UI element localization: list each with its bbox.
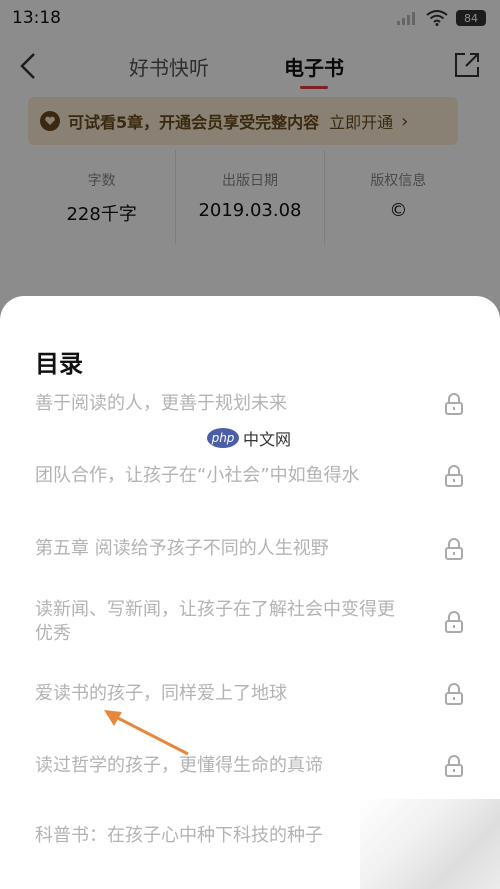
watermark-text: 中文网 [243, 430, 292, 449]
lock-icon [445, 755, 463, 777]
watermark-logo: php [207, 428, 239, 448]
annotation-arrow-icon [104, 710, 189, 756]
toc-item[interactable]: 团队合作，让孩子在“小社会”中如鱼得水 [35, 464, 465, 488]
watermark: php 中文网 [207, 426, 291, 450]
blurred-corner [360, 799, 500, 889]
toc-item[interactable]: 读新闻、写新闻，让孩子在了解社会中变得更优秀 [35, 598, 465, 646]
toc-title: 目录 [35, 350, 83, 378]
lock-icon [445, 393, 463, 415]
lock-icon [445, 465, 463, 487]
toc-bottom-sheet: 目录 善于阅读的人，更善于规划未来 团队合作，让孩子在“小社会”中如鱼得水 第五… [0, 296, 500, 889]
lock-icon [445, 683, 463, 705]
toc-item[interactable]: 善于阅读的人，更善于规划未来 [35, 392, 465, 416]
lock-icon [445, 611, 463, 633]
lock-icon [445, 538, 463, 560]
toc-item[interactable]: 读过哲学的孩子，更懂得生命的真谛 [35, 754, 465, 778]
toc-item[interactable]: 第五章 阅读给予孩子不同的人生视野 [35, 537, 465, 561]
